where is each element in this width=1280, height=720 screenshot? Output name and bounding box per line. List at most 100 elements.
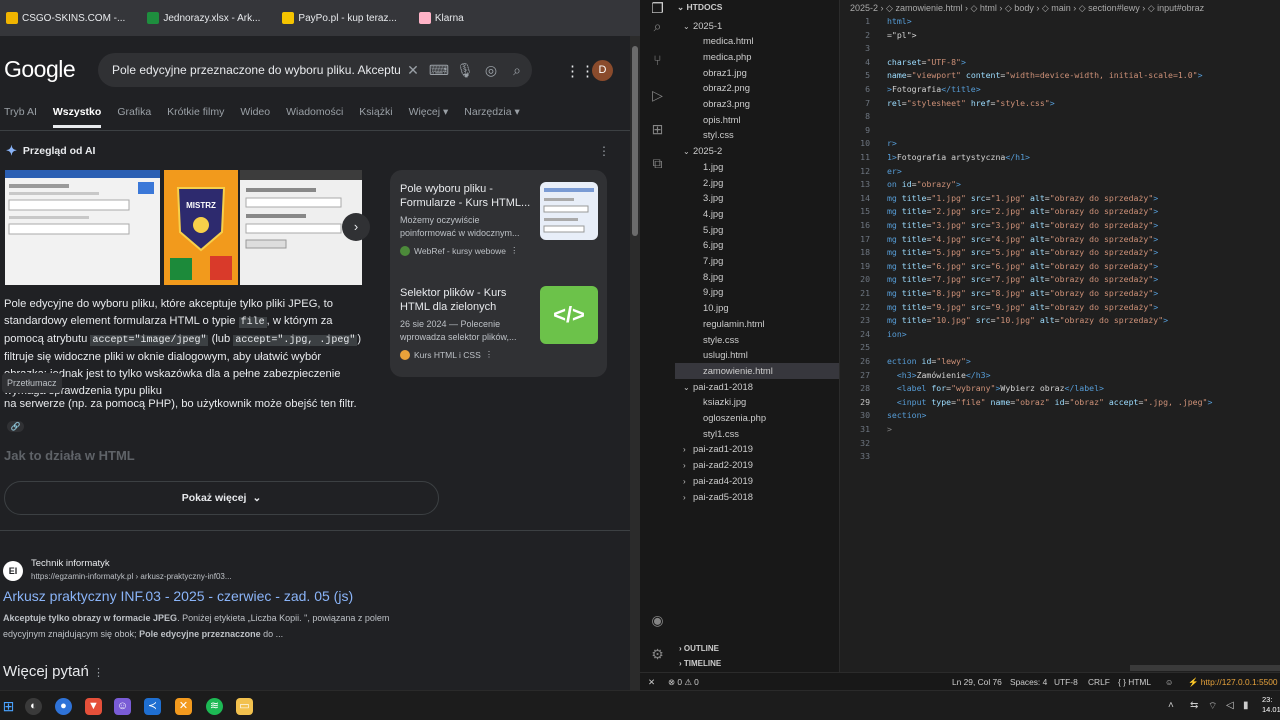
more-options-icon[interactable]: ⋮ (510, 245, 519, 256)
network-icon[interactable]: ⇆ (1190, 700, 1198, 711)
explorer-folder[interactable]: ⌄ 2025-2 (675, 143, 839, 159)
code-brackets-icon[interactable]: </> (540, 286, 598, 344)
tab-more[interactable]: Więcej ▾ (409, 106, 449, 128)
vscode-icon[interactable]: ≺ (144, 698, 161, 715)
explorer-icon[interactable]: ❐ (649, 0, 666, 17)
explorer-file[interactable]: 10.jpg (675, 300, 839, 316)
source-card[interactable]: Selektor plików - Kurs HTML dla zielonyc… (400, 286, 605, 360)
explorer-folder[interactable]: ⌄ pai-zad1-2018 (675, 379, 839, 395)
explorer-folder[interactable]: › pai-zad5-2018 (675, 489, 839, 505)
explorer-file[interactable]: 8.jpg (675, 269, 839, 285)
brave-icon[interactable]: ▼ (85, 698, 102, 715)
explorer-file[interactable]: obraz2.png (675, 80, 839, 96)
explorer-file[interactable]: opis.html (675, 112, 839, 128)
source-card[interactable]: Pole wyboru pliku - Formularze - Kurs HT… (400, 182, 605, 256)
more-options-icon[interactable]: ⋮ (485, 349, 494, 360)
explorer-folder[interactable]: › pai-zad4-2019 (675, 473, 839, 489)
tab-books[interactable]: Książki (359, 106, 392, 128)
wifi-icon[interactable]: ⌔ (1208, 700, 1217, 713)
browser-icon[interactable]: ● (55, 698, 72, 715)
chevron-up-icon[interactable]: ˄ (1168, 700, 1174, 711)
search-icon[interactable]: ⌕ (506, 62, 528, 79)
xampp-icon[interactable]: ✕ (175, 698, 192, 715)
windows-start-icon[interactable]: ⊞ (0, 698, 17, 715)
gear-icon[interactable]: ⚙ (649, 646, 666, 663)
source-title[interactable]: Pole wyboru pliku - Formularze - Kurs HT… (400, 182, 535, 210)
remote-explorer-icon[interactable]: ⧉ (649, 155, 666, 172)
show-more-button[interactable]: Pokaż więcej ⌄ (4, 481, 439, 515)
tab-tools[interactable]: Narzędzia ▾ (464, 106, 519, 128)
google-logo[interactable]: Google (4, 56, 76, 83)
explorer-file[interactable]: styl1.css (675, 426, 839, 442)
explorer-file[interactable]: 9.jpg (675, 284, 839, 300)
tab-short-videos[interactable]: Krótkie filmy (167, 106, 224, 128)
extensions-icon[interactable]: ⊞ (649, 121, 666, 138)
search-input[interactable]: Pole edycyjne przeznaczone do wyboru pli… (112, 63, 402, 77)
clock[interactable]: 23:14.01.20 (1262, 695, 1280, 715)
encoding[interactable]: UTF-8 (1054, 677, 1078, 687)
explorer-file[interactable]: uslugi.html (675, 347, 839, 363)
account-icon[interactable]: ◉ (649, 612, 666, 629)
result-site-name[interactable]: Technik informatyk (31, 558, 110, 569)
spotify-icon[interactable]: ≋ (206, 698, 223, 715)
explorer-folder[interactable]: ⌄ 2025-1 (675, 18, 839, 34)
microphone-icon[interactable]: 🎙 (454, 62, 476, 79)
explorer-file[interactable]: obraz1.jpg (675, 65, 839, 81)
explorer-file[interactable]: regulamin.html (675, 316, 839, 332)
bookmark-jednorazy[interactable]: Jednorazy.xlsx - Ark... (147, 12, 260, 24)
avatar[interactable]: D (592, 60, 613, 81)
explorer-file[interactable]: 2.jpg (675, 175, 839, 191)
translate-button[interactable]: Przetłumacz (2, 373, 62, 393)
explorer-file[interactable]: 7.jpg (675, 253, 839, 269)
breadcrumb[interactable]: 2025-2 › ◇ zamowienie.html › ◇ html › ◇ … (850, 3, 1204, 14)
file-explorer-icon[interactable]: ▭ (236, 698, 253, 715)
page-scrollbar[interactable] (630, 36, 640, 690)
explorer-root[interactable]: ⌄ HTDOCS (677, 2, 722, 13)
more-options-icon[interactable]: ⋮ (598, 144, 610, 158)
cursor-position[interactable]: Ln 29, Col 76 (952, 677, 1002, 687)
link-icon[interactable]: 🔗 (7, 421, 24, 432)
explorer-file[interactable]: obraz3.png (675, 96, 839, 112)
keyboard-icon[interactable]: ⌨ (428, 62, 450, 79)
bookmark-klarna[interactable]: Klarna (418, 12, 464, 24)
source-control-icon[interactable]: ⑂ (649, 52, 666, 69)
bookmark-csgo[interactable]: CSGO-SKINS.COM -... (6, 12, 125, 24)
explorer-file[interactable]: ogloszenia.php (675, 410, 839, 426)
remote-icon[interactable]: ✕ (648, 677, 655, 687)
result-url[interactable]: https://egzamin-informatyk.pl › arkusz-p… (31, 572, 232, 581)
code-editor[interactable]: 2025-2 › ◇ zamowienie.html › ◇ html › ◇ … (839, 0, 1280, 672)
explorer-folder[interactable]: › pai-zad1-2019 (675, 441, 839, 457)
battery-icon[interactable]: ▮ (1243, 700, 1249, 711)
ai-image-thumbnail[interactable]: MISTRZ (164, 170, 238, 285)
horizontal-scrollbar[interactable] (1130, 665, 1280, 671)
carousel-next-button[interactable]: › (342, 213, 370, 241)
explorer-file[interactable]: 3.jpg (675, 190, 839, 206)
tab-images[interactable]: Grafika (117, 106, 151, 128)
explorer-file[interactable]: 4.jpg (675, 206, 839, 222)
tab-video[interactable]: Wideo (240, 106, 270, 128)
line-ending[interactable]: CRLF (1088, 677, 1110, 687)
timeline-section[interactable]: › TIMELINE (679, 659, 721, 668)
tab-news[interactable]: Wiadomości (286, 106, 343, 128)
result-title-link[interactable]: Arkusz praktyczny INF.03 - 2025 - czerwi… (3, 588, 353, 604)
tab-ai-mode[interactable]: Tryb AI (4, 106, 37, 128)
explorer-file[interactable]: ksiazki.jpg (675, 394, 839, 410)
search-box[interactable]: Pole edycyjne przeznaczone do wyboru pli… (98, 53, 532, 87)
discord-icon[interactable]: ☺ (114, 698, 131, 715)
tab-all[interactable]: Wszystko (52, 106, 102, 128)
explorer-file[interactable]: 5.jpg (675, 222, 839, 238)
run-debug-icon[interactable]: ▷ (649, 87, 666, 104)
volume-icon[interactable]: ◁ (1226, 700, 1234, 711)
bookmark-paypo[interactable]: PayPo.pl - kup teraz... (282, 12, 397, 24)
app-icon[interactable]: ◐ (25, 698, 42, 715)
language-mode[interactable]: { } HTML (1118, 677, 1151, 687)
indentation[interactable]: Spaces: 4 (1010, 677, 1047, 687)
explorer-file[interactable]: style.css (675, 332, 839, 348)
explorer-file[interactable]: zamowienie.html (675, 362, 839, 379)
more-options-icon[interactable]: ⋮ (93, 667, 104, 679)
explorer-folder[interactable]: › pai-zad2-2019 (675, 457, 839, 473)
explorer-file[interactable]: 1.jpg (675, 159, 839, 175)
outline-section[interactable]: › OUTLINE (679, 644, 719, 653)
problems-indicator[interactable]: ⊗ 0 ⚠ 0 (668, 677, 699, 687)
scrollbar-thumb[interactable] (632, 46, 638, 236)
